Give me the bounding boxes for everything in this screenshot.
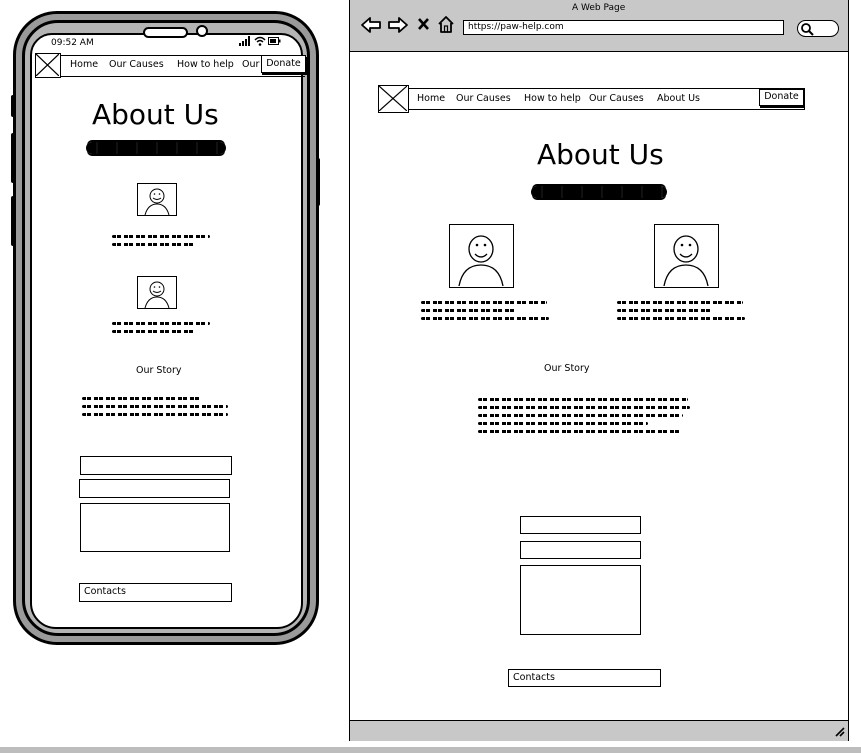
name-field[interactable] <box>520 516 641 534</box>
back-arrow-icon[interactable] <box>360 16 382 34</box>
phone-camera <box>196 25 208 37</box>
team-bio-text <box>112 322 210 333</box>
contacts-box[interactable]: Contacts <box>79 583 232 602</box>
donate-button[interactable]: Donate <box>261 55 306 73</box>
phone-volume-button <box>11 196 15 246</box>
wifi-icon <box>254 36 266 46</box>
phone-power-button <box>316 158 320 206</box>
nav-item-home[interactable]: Home <box>70 59 98 70</box>
phone-speaker <box>143 27 188 38</box>
url-input[interactable]: https://paw-help.com <box>463 20 784 35</box>
nav-item-our-causes[interactable]: Our Causes <box>109 59 164 70</box>
signal-icon <box>239 36 250 46</box>
story-text <box>478 398 690 433</box>
nav-item-how-to-help[interactable]: How to help <box>177 59 234 70</box>
email-field[interactable] <box>79 479 230 498</box>
nav-item-our[interactable]: Our <box>242 59 259 70</box>
story-text <box>82 397 228 416</box>
nav-item-how-to-help[interactable]: How to help <box>524 93 581 104</box>
story-heading: Our Story <box>136 365 182 376</box>
window-title: A Web Page <box>572 3 626 13</box>
donate-button[interactable]: Donate <box>759 89 804 106</box>
nav-item-about-us[interactable]: About Us <box>657 93 700 104</box>
phone-side-button <box>11 95 15 117</box>
browser-search-field[interactable] <box>797 20 839 37</box>
forward-arrow-icon[interactable] <box>387 16 409 34</box>
message-textarea[interactable] <box>80 503 230 552</box>
logo-placeholder-icon[interactable] <box>35 53 61 78</box>
email-field[interactable] <box>520 541 641 559</box>
status-time: 09:52 AM <box>51 38 94 48</box>
phone-volume-button <box>11 133 15 183</box>
page-title: About Us <box>537 138 664 171</box>
canvas-bottom-edge <box>0 747 861 753</box>
page-title: About Us <box>92 98 219 131</box>
team-avatar <box>654 224 719 288</box>
browser-status-bar <box>350 720 848 741</box>
team-bio-text <box>421 301 549 320</box>
battery-icon <box>268 37 281 45</box>
logo-placeholder-icon[interactable] <box>378 85 409 113</box>
message-textarea[interactable] <box>520 565 641 635</box>
home-icon[interactable] <box>437 15 455 34</box>
team-avatar <box>137 276 177 309</box>
team-bio-text <box>112 235 210 246</box>
story-heading: Our Story <box>544 363 590 374</box>
resize-handle-icon[interactable] <box>834 727 845 737</box>
team-bio-text <box>617 301 745 320</box>
name-field[interactable] <box>80 456 232 475</box>
contacts-box[interactable]: Contacts <box>508 669 661 687</box>
close-x-icon[interactable] <box>417 17 430 31</box>
nav-item-home[interactable]: Home <box>417 93 445 104</box>
title-underline-scribble <box>531 186 667 198</box>
team-avatar <box>137 183 177 216</box>
nav-item-our-causes-2[interactable]: Our Causes <box>589 93 644 104</box>
nav-item-our-causes[interactable]: Our Causes <box>456 93 511 104</box>
team-avatar <box>449 224 514 288</box>
title-underline-scribble <box>86 142 226 154</box>
search-icon <box>801 23 814 36</box>
